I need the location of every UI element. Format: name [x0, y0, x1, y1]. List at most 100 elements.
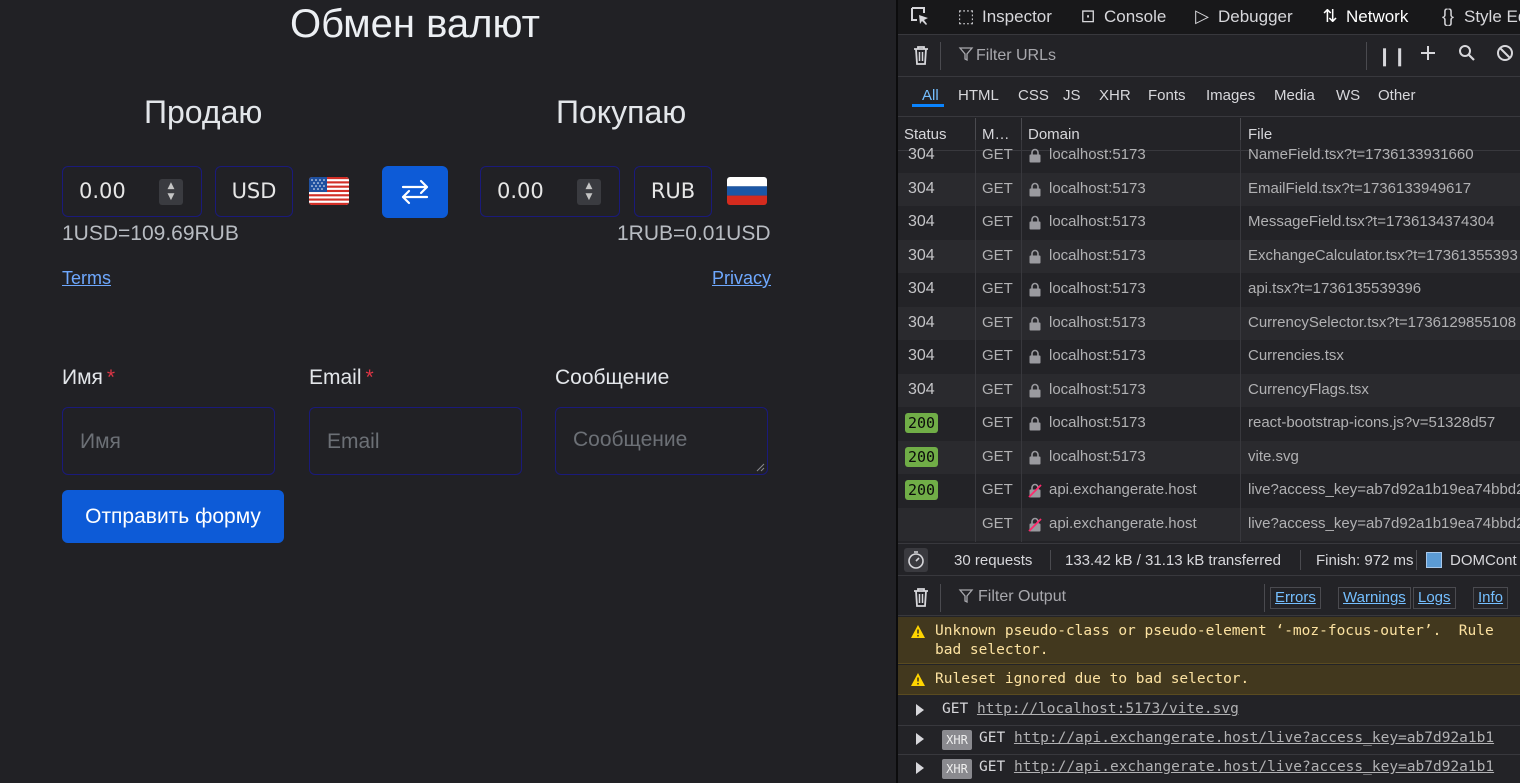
type-filter-fonts[interactable]: Fonts	[1148, 87, 1186, 104]
stopwatch-icon[interactable]	[904, 548, 928, 572]
console-warning[interactable]: Unknown pseudo-class or pseudo-element ‘…	[898, 617, 1520, 664]
request-method: GET	[982, 414, 1013, 431]
type-filter-xhr[interactable]: XHR	[1099, 87, 1131, 104]
buy-currency-select[interactable]: RUB	[634, 166, 712, 217]
request-method: GET	[982, 246, 1013, 264]
request-row[interactable]: GET api.exchangerate.host live?access_key=…	[898, 507, 1520, 541]
terms-link[interactable]: Terms	[62, 268, 111, 289]
message-field[interactable]: Сообщение	[555, 407, 768, 475]
column-divider	[975, 140, 976, 542]
lock-icon	[1029, 215, 1041, 230]
insecure-lock-icon	[1028, 517, 1042, 532]
lock-icon	[1029, 182, 1041, 196]
buy-amount-input[interactable]: 0.00 ▲ ▼	[480, 166, 620, 217]
chevron-down-icon[interactable]: ▼	[584, 192, 594, 202]
finish-time: Finish: 972 ms	[1316, 552, 1414, 569]
log-method: GET	[979, 759, 1006, 775]
swap-currencies-button[interactable]	[382, 166, 448, 218]
lock-icon	[1029, 282, 1041, 297]
filter-urls-input[interactable]: Filter URLs	[976, 47, 1056, 65]
request-file: react-bootstrap-icons.js?v=51328d57	[1248, 414, 1496, 431]
network-summary-bar: 30 requests 133.42 kB / 31.13 kB transfe…	[898, 543, 1520, 576]
request-row[interactable]: 304 GET localhost:5173 CurrencySelector.tsx…	[898, 306, 1520, 340]
search-icon[interactable]	[1455, 44, 1479, 68]
request-domain: api.exchangerate.host	[1049, 514, 1197, 532]
log-url[interactable]: http://api.exchangerate.host/live?access…	[1014, 759, 1494, 775]
required-mark: *	[106, 366, 116, 389]
lock-icon	[1029, 349, 1041, 364]
block-icon[interactable]	[1493, 44, 1517, 68]
filter-output-input[interactable]: Filter Output	[978, 588, 1066, 606]
request-row[interactable]: 304 GET localhost:5173 api.tsx?t=1736135539…	[898, 273, 1520, 306]
request-row[interactable]: 200 GET localhost:5173 vite.svg	[898, 440, 1520, 474]
console-xhr-log[interactable]: XHR GET http://api.exchangerate.host/liv…	[898, 725, 1520, 755]
chevron-down-icon[interactable]: ▼	[166, 192, 176, 202]
pause-icon[interactable]: ❙❙	[1377, 44, 1407, 68]
console-warning[interactable]: Ruleset ignored due to bad selector.	[898, 665, 1520, 695]
log-url[interactable]: http://localhost:5173/vite.svg	[977, 701, 1239, 717]
type-filter-media[interactable]: Media	[1274, 87, 1315, 104]
trash-icon[interactable]	[909, 586, 933, 610]
status-code: 304	[908, 380, 935, 398]
request-row[interactable]: 304 GET localhost:5173 CurrencyFlags.tsx	[898, 373, 1520, 407]
lock-icon	[1029, 383, 1041, 397]
sell-amount-input[interactable]: 0.00 ▲ ▼	[62, 166, 202, 217]
lock-icon	[1029, 416, 1041, 431]
element-picker-icon[interactable]	[908, 5, 932, 29]
privacy-link[interactable]: Privacy	[712, 268, 771, 289]
request-row[interactable]: 304 GET localhost:5173 MessageField.tsx?t=1…	[898, 206, 1520, 239]
log-url[interactable]: http://api.exchangerate.host/live?access…	[1014, 730, 1494, 746]
submit-button[interactable]: Отправить форму	[62, 490, 284, 543]
tab-network[interactable]: ⇅ Network	[1320, 0, 1408, 35]
xhr-badge: XHR	[942, 759, 972, 779]
tab-inspector[interactable]: ⬚ Inspector	[956, 0, 1052, 35]
type-filter-all[interactable]: All	[922, 87, 939, 104]
tab-debugger[interactable]: ▷ Debugger	[1192, 0, 1293, 35]
request-row[interactable]: 304 GET localhost:5173 ExchangeCalculator.t…	[898, 239, 1520, 273]
type-filter-images[interactable]: Images	[1206, 87, 1255, 104]
warning-message-line: bad selector.	[935, 642, 1049, 658]
request-row[interactable]: 200 GET localhost:5173 react-bootstrap-icon…	[898, 407, 1520, 440]
email-field[interactable]: Email	[309, 407, 522, 475]
console-filter-logs[interactable]: Logs	[1413, 587, 1456, 609]
request-domain: localhost:5173	[1049, 380, 1146, 398]
expand-arrow-icon[interactable]	[916, 762, 924, 774]
buy-amount-stepper[interactable]: ▲ ▼	[577, 179, 601, 205]
chevron-up-icon[interactable]: ▲	[166, 181, 176, 191]
expand-arrow-icon[interactable]	[916, 704, 924, 716]
status-code: 304	[908, 213, 935, 230]
tab-inspector-label: Inspector	[982, 7, 1052, 26]
resize-handle-icon[interactable]	[755, 462, 765, 472]
trash-icon[interactable]	[909, 44, 933, 68]
console-filter-info[interactable]: Info	[1473, 587, 1509, 609]
tab-console[interactable]: ⊡ Console	[1078, 0, 1166, 35]
request-row[interactable]: 200 GET api.exchangerate.host live?access_k…	[898, 474, 1520, 507]
request-row[interactable]: 304 GET localhost:5173 Currencies.tsx	[898, 340, 1520, 373]
request-row[interactable]: 304 GET localhost:5173 EmailField.tsx?t=173…	[898, 172, 1520, 206]
chevron-up-icon[interactable]: ▲	[584, 181, 594, 191]
console-toolbar: Filter Output Errors Warnings Logs Info	[898, 578, 1520, 616]
lock-icon	[1029, 249, 1041, 263]
type-filter-ws[interactable]: WS	[1336, 87, 1360, 104]
console-xhr-log[interactable]: XHR GET http://api.exchangerate.host/liv…	[898, 754, 1520, 783]
buy-heading: Покупаю	[556, 94, 687, 130]
status-code: 304	[908, 280, 935, 297]
console-request-log[interactable]: GET http://localhost:5173/vite.svg	[898, 696, 1520, 726]
warning-icon	[911, 625, 925, 638]
console-filter-warnings[interactable]: Warnings	[1338, 587, 1411, 609]
console-filter-errors[interactable]: Errors	[1270, 587, 1321, 609]
expand-arrow-icon[interactable]	[916, 733, 924, 745]
name-field[interactable]: Имя	[62, 407, 275, 475]
type-filter-js[interactable]: JS	[1063, 87, 1081, 104]
type-filter-html[interactable]: HTML	[958, 87, 999, 104]
sell-amount-stepper[interactable]: ▲ ▼	[159, 179, 183, 205]
plus-icon[interactable]	[1416, 44, 1440, 68]
type-filter-other[interactable]: Other	[1378, 87, 1416, 104]
request-row[interactable]: 304 GET localhost:5173 NameField.tsx?t=1736…	[898, 140, 1520, 172]
filter-icon	[954, 586, 978, 610]
request-domain: localhost:5173	[1049, 347, 1146, 364]
sell-currency-select[interactable]: USD	[215, 166, 293, 217]
type-filter-css[interactable]: CSS	[1018, 87, 1049, 104]
tab-style-editor[interactable]: {} Style Ed	[1438, 0, 1520, 35]
lock-icon	[1029, 148, 1041, 163]
